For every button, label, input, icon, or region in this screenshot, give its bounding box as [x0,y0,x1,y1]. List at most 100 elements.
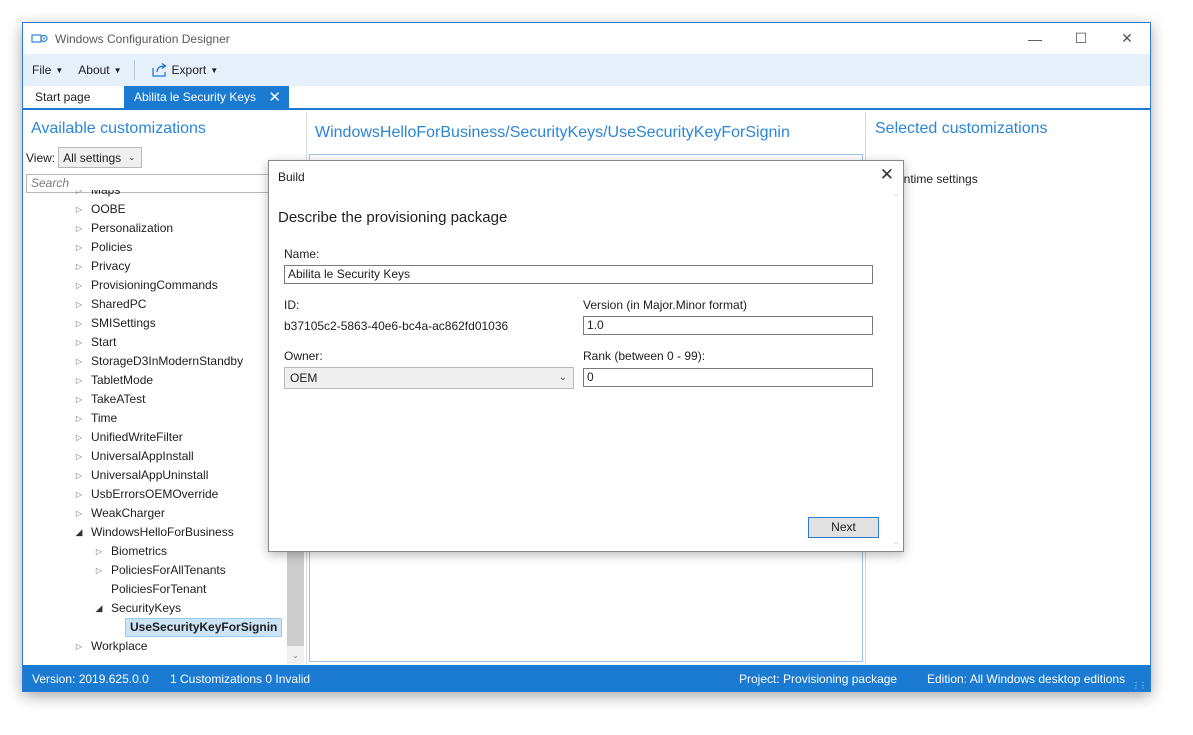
tree-item-label: OOBE [91,202,126,216]
tree-item-label: SMISettings [91,316,156,330]
scroll-down-arrow-icon[interactable]: ⌄ [890,537,902,546]
collapsed-arrow-icon[interactable]: ▷ [73,276,85,295]
export-menu[interactable]: Export ▼ [143,54,225,86]
close-icon[interactable]: ✕ [268,88,281,106]
collapsed-arrow-icon[interactable]: ▷ [73,504,85,523]
collapsed-arrow-icon[interactable]: ▷ [73,485,85,504]
tree-item[interactable]: ▷ Privacy [23,257,287,276]
resize-grip-icon[interactable]: ⋮⋮ [1132,681,1147,690]
runtime-settings-node[interactable]: untime settings [897,172,978,186]
tree-item[interactable]: ▷ Time [23,409,287,428]
tab-start-page[interactable]: Start page [27,86,98,108]
tree-item[interactable]: ▷ Start [23,333,287,352]
panel-heading: Selected customizations [875,120,1048,137]
tree-item-label: Start [91,335,117,349]
chevron-down-icon: ▼ [55,65,64,75]
version-field[interactable]: 1.0 [583,316,873,335]
selected-customizations-panel: Selected customizations untime settings [867,112,1150,664]
view-select-value: All settings [63,150,122,165]
tree-item[interactable]: ▷ Biometrics [23,542,287,561]
view-select[interactable]: All settings ⌄ [58,147,143,168]
expanded-arrow-icon[interactable]: ◢ [73,523,85,542]
collapsed-arrow-icon[interactable]: ▷ [93,561,105,580]
tree-item[interactable]: ▷ UniversalAppUninstall [23,466,287,485]
tab-project-label: Abilita le Security Keys [134,90,257,104]
available-customizations-panel: Available customizations View: All setti… [23,112,305,664]
tree-item[interactable]: ▷ UniversalAppInstall [23,447,287,466]
rank-field[interactable]: 0 [583,368,873,387]
owner-label: Owner: [284,349,323,363]
collapsed-arrow-icon[interactable]: ▷ [73,637,85,656]
collapsed-arrow-icon[interactable]: ▷ [73,238,85,257]
tree-item[interactable]: ▷ SMISettings [23,314,287,333]
tab-bar: Start page Abilita le Security Keys ✕ [23,86,1150,110]
dialog-title: Build [278,170,305,184]
file-menu[interactable]: File ▼ [23,54,69,86]
tree-item[interactable]: ▷ Workplace [23,637,287,656]
name-field[interactable]: Abilita le Security Keys [284,265,873,284]
tab-project[interactable]: Abilita le Security Keys ✕ [124,86,289,108]
tree-item[interactable]: ▷ PoliciesForAllTenants [23,561,287,580]
id-label: ID: [284,298,300,312]
owner-select[interactable]: OEM ⌄ [284,367,574,389]
status-bar: Version: 2019.625.0.0 1 Customizations 0… [23,665,1150,691]
tree-item[interactable]: ▷ TabletMode [23,371,287,390]
expanded-arrow-icon[interactable]: ◢ [93,599,105,618]
tree-item[interactable]: ▷ Personalization [23,219,287,238]
tree-item-label: UniversalAppUninstall [91,468,209,482]
chevron-down-icon: ▼ [113,65,122,75]
collapsed-arrow-icon[interactable]: ▷ [73,190,85,200]
about-menu[interactable]: About ▼ [69,54,127,86]
dialog-scrollbar[interactable]: ⌃ ⌄ [890,191,902,551]
collapsed-arrow-icon[interactable]: ▷ [73,409,85,428]
tree-item-label: WindowsHelloForBusiness [91,525,234,539]
setting-path-heading: WindowsHelloForBusiness/SecurityKeys/Use… [315,124,790,141]
owner-select-value: OEM [290,371,318,385]
version-label: Version (in Major.Minor format) [583,298,748,312]
chevron-down-icon: ⌄ [128,153,136,162]
maximize-button[interactable]: ☐ [1058,23,1104,54]
tree-item[interactable]: UseSecurityKeyForSignin [23,618,287,637]
title-bar: Windows Configuration Designer — ☐ ✕ [23,23,1150,54]
tree-item-label: PoliciesForTenant [111,582,207,596]
scroll-up-arrow-icon[interactable]: ⌃ [890,193,902,202]
collapsed-arrow-icon[interactable]: ▷ [73,200,85,219]
tree-item[interactable]: ▷ WeakCharger [23,504,287,523]
collapsed-arrow-icon[interactable]: ▷ [73,257,85,276]
tree-item[interactable]: ▷ StorageD3InModernStandby [23,352,287,371]
next-button[interactable]: Next [808,517,879,538]
collapsed-arrow-icon[interactable]: ▷ [73,352,85,371]
collapsed-arrow-icon[interactable]: ▷ [73,466,85,485]
tree-item[interactable]: ▷ SharedPC [23,295,287,314]
tree-item[interactable]: ▷ TakeATest [23,390,287,409]
tree-item-label: ProvisioningCommands [91,278,218,292]
collapsed-arrow-icon[interactable]: ▷ [73,390,85,409]
close-icon[interactable]: ✕ [880,165,894,185]
collapsed-arrow-icon[interactable]: ▷ [73,314,85,333]
view-label: View: [26,150,56,165]
tree-item[interactable]: ▷ OOBE [23,200,287,219]
close-window-button[interactable]: ✕ [1104,23,1150,54]
minimize-button[interactable]: — [1012,23,1058,54]
collapsed-arrow-icon[interactable]: ▷ [73,295,85,314]
tree-item[interactable]: PoliciesForTenant [23,580,287,599]
tree-item[interactable]: ▷ Maps [23,190,287,200]
collapsed-arrow-icon[interactable]: ▷ [73,371,85,390]
collapsed-arrow-icon[interactable]: ▷ [73,447,85,466]
collapsed-arrow-icon[interactable]: ▷ [73,428,85,447]
tree-item[interactable]: ▷ Policies [23,238,287,257]
tree-item-label: Biometrics [111,544,168,558]
tree-item[interactable]: ◢ SecurityKeys [23,599,287,618]
tree-item-label: Personalization [91,221,174,235]
collapsed-arrow-icon[interactable]: ▷ [93,542,105,561]
tree-item[interactable]: ▷ UnifiedWriteFilter [23,428,287,447]
window-title: Windows Configuration Designer [55,31,230,46]
tree-item[interactable]: ▷ ProvisioningCommands [23,276,287,295]
tree-item[interactable]: ◢ WindowsHelloForBusiness [23,523,287,542]
scroll-down-arrow-icon[interactable]: ⌄ [287,648,304,664]
collapsed-arrow-icon[interactable]: ▷ [73,219,85,238]
about-menu-label: About [78,63,110,77]
tree-item[interactable]: ▷ UsbErrorsOEMOverride [23,485,287,504]
collapsed-arrow-icon[interactable]: ▷ [73,333,85,352]
designer-app-icon [31,33,49,45]
